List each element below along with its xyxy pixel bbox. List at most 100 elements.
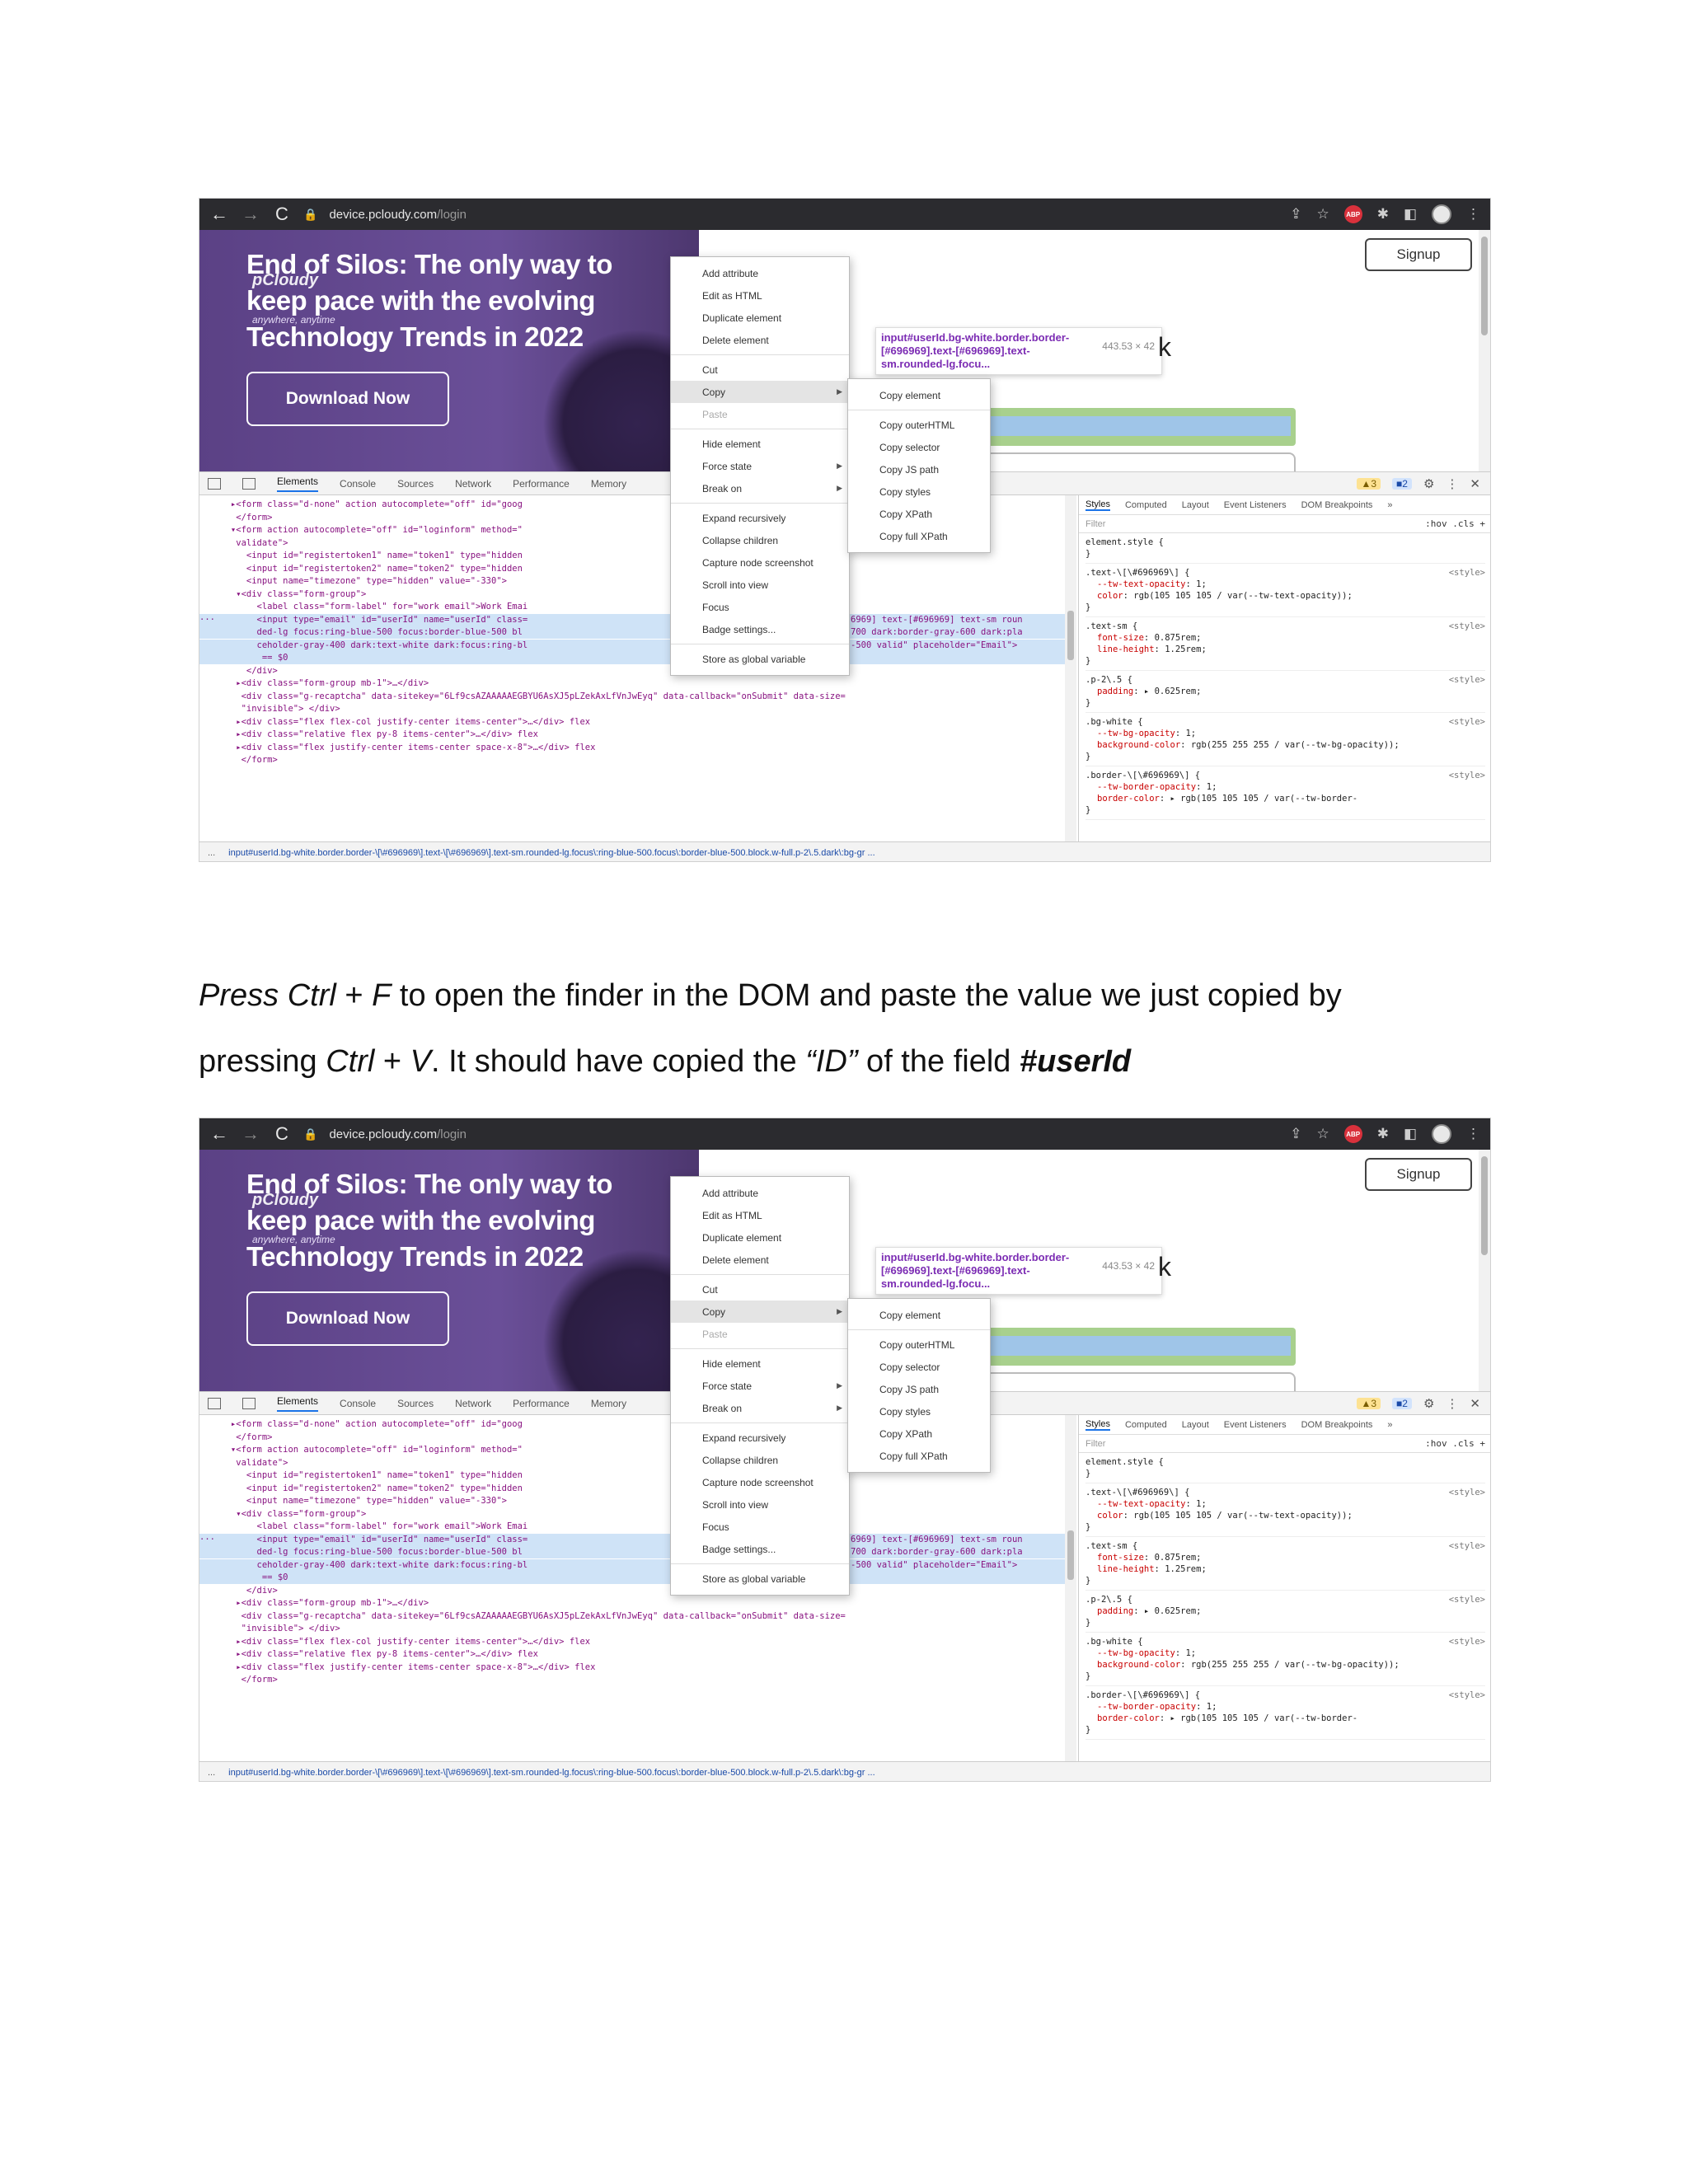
puzzle-icon[interactable]: ✱ — [1377, 1126, 1389, 1142]
menu-item-duplicate-element[interactable]: Duplicate element — [671, 307, 849, 329]
close-icon[interactable]: ✕ — [1470, 476, 1480, 491]
rule-source-link[interactable]: <style> — [1449, 1594, 1485, 1605]
menu-item-copy-styles[interactable]: Copy styles — [848, 1400, 990, 1422]
dom-node-line[interactable]: ▸<div class="relative flex py-8 items-ce… — [199, 1648, 1065, 1661]
rule-source-link[interactable]: <style> — [1449, 716, 1485, 728]
dom-node-line[interactable]: ▸<div class="flex justify-center items-c… — [199, 742, 1065, 754]
kebab-icon[interactable]: ⋮ — [1466, 206, 1480, 223]
style-property[interactable]: padding: ▸ 0.625rem; — [1085, 1605, 1485, 1617]
style-rule[interactable]: element.style {} — [1085, 1456, 1485, 1483]
gear-icon[interactable]: ⚙ — [1423, 1396, 1434, 1411]
breadcrumb-overflow[interactable]: ... — [208, 1768, 215, 1778]
menu-item-copy-xpath[interactable]: Copy XPath — [848, 503, 990, 525]
download-now-button[interactable]: Download Now — [246, 372, 449, 426]
avatar[interactable] — [1432, 1124, 1451, 1144]
tab-dom-breakpoints[interactable]: DOM Breakpoints — [1301, 500, 1373, 510]
kebab-icon[interactable]: ⋮ — [1466, 1126, 1480, 1142]
dom-node-line[interactable]: <label class="form-label" for="work emai… — [199, 601, 1065, 613]
style-property[interactable]: font-size: 0.875rem; — [1085, 1552, 1485, 1563]
style-property[interactable]: line-height: 1.25rem; — [1085, 1563, 1485, 1575]
rule-source-link[interactable]: <style> — [1449, 1540, 1485, 1552]
menu-item-scroll-into-view[interactable]: Scroll into view — [671, 574, 849, 596]
tab-performance[interactable]: Performance — [513, 1398, 570, 1409]
star-icon[interactable]: ☆ — [1316, 1126, 1329, 1142]
filter-tools[interactable]: :hov .cls + — [1425, 518, 1485, 529]
rule-source-link[interactable]: <style> — [1449, 770, 1485, 781]
dom-node-line[interactable]: </div> — [199, 1585, 1065, 1597]
back-icon[interactable]: ← — [209, 1123, 229, 1145]
menu-item-copy-selector[interactable]: Copy selector — [848, 1356, 990, 1378]
device-toggle-icon[interactable] — [242, 477, 256, 490]
dom-node-line[interactable]: <input name="timezone" type="hidden" val… — [199, 1495, 1065, 1507]
menu-item-delete-element[interactable]: Delete element — [671, 1249, 849, 1271]
menu-item-copy-styles[interactable]: Copy styles — [848, 480, 990, 503]
tab-network[interactable]: Network — [455, 478, 491, 490]
menu-item-force-state[interactable]: Force state ▶ — [671, 455, 849, 477]
tab-memory[interactable]: Memory — [591, 1398, 626, 1409]
share-icon[interactable]: ⇪ — [1290, 1126, 1301, 1142]
tab-memory[interactable]: Memory — [591, 478, 626, 490]
dom-node-line[interactable]: ▸<div class="relative flex py-8 items-ce… — [199, 729, 1065, 741]
close-icon[interactable]: ✕ — [1470, 1396, 1480, 1411]
menu-item-copy[interactable]: Copy ▶ — [671, 381, 849, 403]
style-rule[interactable]: .bg-white {<style> --tw-bg-opacity: 1; bac… — [1085, 716, 1485, 766]
dom-node-line-tail[interactable]: 6969] text-[#696969] text-sm roun — [851, 1533, 1061, 1546]
menu-item-paste[interactable]: Paste — [671, 1323, 849, 1345]
style-property[interactable]: border-color: ▸ rgb(105 105 105 / var(--… — [1085, 1713, 1485, 1724]
sidepanel-icon[interactable]: ◧ — [1404, 1126, 1417, 1142]
forward-icon[interactable]: → — [241, 1123, 260, 1145]
issues-badge[interactable]: ■2 — [1392, 1398, 1412, 1409]
tab-layout[interactable]: Layout — [1182, 1420, 1209, 1430]
rule-source-link[interactable]: <style> — [1449, 1636, 1485, 1647]
style-property[interactable]: background-color: rgb(255 255 255 / var(… — [1085, 739, 1485, 751]
style-rule[interactable]: .p-2\.5 {<style> padding: ▸ 0.625rem;} — [1085, 674, 1485, 713]
warning-badge[interactable]: ▲3 — [1357, 478, 1381, 490]
tab-network[interactable]: Network — [455, 1398, 491, 1409]
menu-item-add-attribute[interactable]: Add attribute — [671, 262, 849, 284]
menu-item-add-attribute[interactable]: Add attribute — [671, 1182, 849, 1204]
style-rule[interactable]: .text-\[\#696969\] {<style> --tw-text-opa… — [1085, 567, 1485, 617]
dom-node-line[interactable]: ▸<div class="form-group mb-1">…</div> — [199, 677, 1065, 690]
style-property[interactable]: --tw-text-opacity: 1; — [1085, 1498, 1485, 1510]
tab-sources[interactable]: Sources — [397, 478, 434, 490]
issues-badge[interactable]: ■2 — [1392, 478, 1412, 490]
dom-node-line[interactable]: == $0 — [199, 652, 1065, 664]
style-property[interactable]: line-height: 1.25rem; — [1085, 644, 1485, 655]
style-rule[interactable]: .p-2\.5 {<style> padding: ▸ 0.625rem;} — [1085, 1594, 1485, 1633]
dom-node-line[interactable]: <div class="g-recaptcha" data-sitekey="6… — [199, 1610, 1065, 1623]
style-rule[interactable]: .text-sm {<style> font-size: 0.875rem; lin… — [1085, 1540, 1485, 1591]
page-scrollbar-thumb[interactable] — [1481, 237, 1488, 335]
menu-item-force-state[interactable]: Force state ▶ — [671, 1375, 849, 1397]
menu-item-copy-element[interactable]: Copy element — [848, 1304, 990, 1326]
style-property[interactable]: --tw-bg-opacity: 1; — [1085, 728, 1485, 739]
menu-item-scroll-into-view[interactable]: Scroll into view — [671, 1493, 849, 1516]
dom-node-line[interactable]: <label class="form-label" for="work emai… — [199, 1521, 1065, 1533]
lock-icon[interactable]: 🔒 — [303, 1127, 317, 1141]
rule-source-link[interactable]: <style> — [1449, 1487, 1485, 1498]
rule-source-link[interactable]: <style> — [1449, 621, 1485, 632]
menu-item-copy-js-path[interactable]: Copy JS path — [848, 458, 990, 480]
sidepanel-icon[interactable]: ◧ — [1404, 206, 1417, 223]
reload-icon[interactable]: C — [272, 204, 292, 225]
reload-icon[interactable]: C — [272, 1123, 292, 1145]
style-property[interactable]: --tw-border-opacity: 1; — [1085, 781, 1485, 793]
style-rule[interactable]: .bg-white {<style> --tw-bg-opacity: 1; bac… — [1085, 1636, 1485, 1686]
tab-layout[interactable]: Layout — [1182, 500, 1209, 510]
tab-elements[interactable]: Elements — [277, 476, 319, 492]
menu-item-copy[interactable]: Copy ▶ — [671, 1301, 849, 1323]
forward-icon[interactable]: → — [241, 204, 260, 225]
tab-performance[interactable]: Performance — [513, 478, 570, 490]
filter-tools[interactable]: :hov .cls + — [1425, 1438, 1485, 1449]
tab-dom-breakpoints[interactable]: DOM Breakpoints — [1301, 1420, 1373, 1430]
warning-badge[interactable]: ▲3 — [1357, 1398, 1381, 1409]
tab-sources[interactable]: Sources — [397, 1398, 434, 1409]
tab-event-listeners[interactable]: Event Listeners — [1224, 1420, 1287, 1430]
menu-item-focus[interactable]: Focus — [671, 596, 849, 618]
inspect-icon[interactable] — [208, 1397, 221, 1409]
elements-scrollbar-thumb[interactable] — [1067, 611, 1074, 660]
dom-node-line[interactable]: "invisible"> </div> — [199, 1623, 1065, 1635]
style-property[interactable]: color: rgb(105 105 105 / var(--tw-text-o… — [1085, 1510, 1485, 1521]
kebab-icon[interactable]: ⋮ — [1446, 476, 1458, 491]
dom-node-line-tail[interactable]: 6969] text-[#696969] text-sm roun — [851, 613, 1061, 626]
style-property[interactable]: font-size: 0.875rem; — [1085, 632, 1485, 644]
